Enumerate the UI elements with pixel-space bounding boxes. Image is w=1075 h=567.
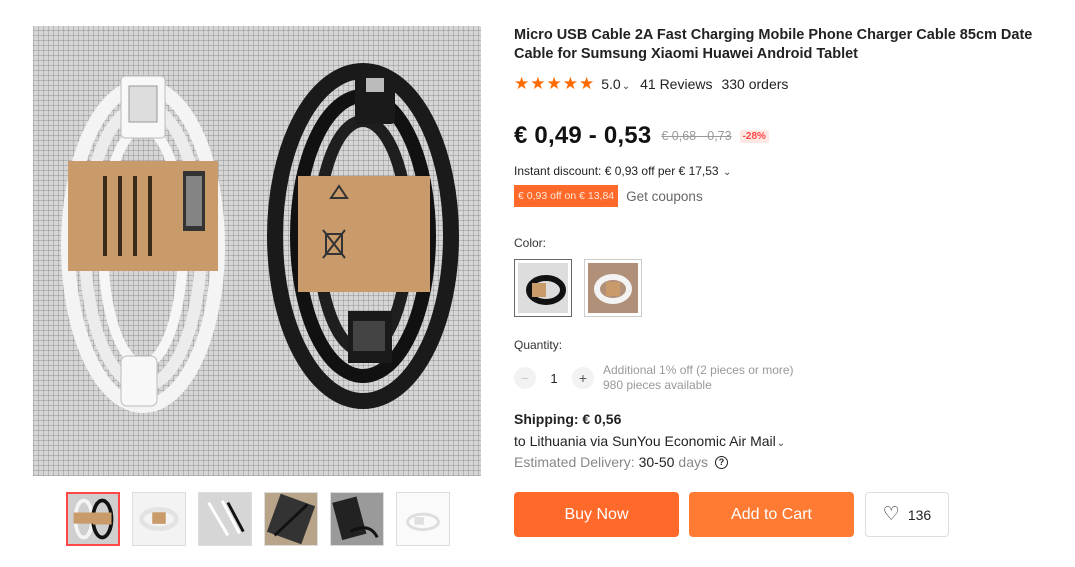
estimated-delivery: Estimated Delivery: 30-50 days ?: [514, 454, 1069, 470]
coupon-tag: € 0,93 off on € 13,84: [514, 185, 619, 207]
star-icon: ★: [562, 74, 578, 93]
help-icon[interactable]: ?: [714, 455, 728, 469]
current-price: € 0,49 - 0,53: [514, 122, 652, 149]
product-photo: [61, 63, 459, 413]
chevron-down-icon: ⌄: [621, 80, 631, 92]
star-icon: ★: [546, 74, 562, 93]
wishlist-count: 136: [907, 506, 932, 523]
color-label: Color:: [514, 236, 547, 250]
quantity-label: Quantity:: [514, 338, 563, 352]
get-coupons-link[interactable]: Get coupons: [626, 189, 703, 204]
rating-row: ★ ★ ★ ★ ★ 5.0⌄ 41 Reviews 330 orders: [514, 75, 1069, 92]
purchase-actions: Buy Now Add to Cart ♡ 136: [514, 492, 1069, 537]
buy-now-button[interactable]: Buy Now: [514, 492, 679, 537]
thumbnail[interactable]: [66, 492, 120, 546]
main-product-image[interactable]: [33, 26, 481, 476]
color-swatches: [514, 259, 1069, 317]
price-row: € 0,49 - 0,53 € 0,68 - 0,73 -28%: [514, 122, 1069, 150]
heart-icon: ♡: [882, 504, 900, 525]
chevron-down-icon: ⌄: [722, 167, 732, 178]
star-icon: ★: [514, 74, 530, 93]
color-swatch-white[interactable]: [584, 259, 642, 317]
wishlist-button[interactable]: ♡ 136: [865, 492, 949, 537]
rating-value: 5.0: [601, 75, 621, 92]
delivery-days: 30-50: [638, 454, 675, 470]
instant-discount-text: Instant discount: € 0,93 off per € 17,53: [514, 164, 719, 178]
product-title: Micro USB Cable 2A Fast Charging Mobile …: [514, 27, 1033, 62]
stock-available: 980 pieces available: [603, 378, 712, 392]
thumbnail[interactable]: [330, 492, 384, 546]
add-to-cart-button[interactable]: Add to Cart: [689, 492, 854, 537]
quantity-increase-button[interactable]: +: [572, 367, 594, 389]
orders-count: 330 orders: [721, 75, 789, 92]
coupon-row: € 0,93 off on € 13,84 Get coupons: [514, 185, 1069, 207]
discount-badge: -28%: [739, 129, 769, 143]
bulk-discount-note: Additional 1% off (2 pieces or more): [603, 363, 794, 377]
quantity-decrease-button[interactable]: −: [514, 367, 536, 389]
quantity-row: − + Additional 1% off (2 pieces or more)…: [514, 363, 1069, 393]
thumbnail-strip: [66, 492, 450, 546]
original-price: € 0,68 - 0,73: [661, 129, 732, 143]
quantity-input[interactable]: [536, 370, 572, 386]
color-swatch-black[interactable]: [514, 259, 572, 317]
thumbnail[interactable]: [198, 492, 252, 546]
delivery-label: Estimated Delivery:: [514, 454, 635, 470]
shipping-price: Shipping: € 0,56: [514, 411, 622, 427]
shipping-destination: to Lithuania via SunYou Economic Air Mai…: [514, 433, 776, 449]
star-rating: ★ ★ ★ ★ ★: [514, 75, 594, 92]
chevron-down-icon: ⌄: [776, 438, 786, 449]
thumbnail[interactable]: [396, 492, 450, 546]
delivery-days-unit: days: [678, 454, 708, 470]
shipping-method[interactable]: to Lithuania via SunYou Economic Air Mai…: [514, 433, 1069, 449]
rating-dropdown[interactable]: 5.0⌄: [601, 76, 630, 92]
thumbnail[interactable]: [264, 492, 318, 546]
star-icon: ★: [579, 74, 595, 93]
star-icon: ★: [530, 74, 546, 93]
product-info-panel: Micro USB Cable 2A Fast Charging Mobile …: [514, 26, 1069, 537]
quantity-note: Additional 1% off (2 pieces or more) 980…: [603, 363, 794, 393]
thumbnail[interactable]: [132, 492, 186, 546]
reviews-link[interactable]: 41 Reviews: [640, 76, 712, 92]
instant-discount[interactable]: Instant discount: € 0,93 off per € 17,53…: [514, 164, 1069, 178]
